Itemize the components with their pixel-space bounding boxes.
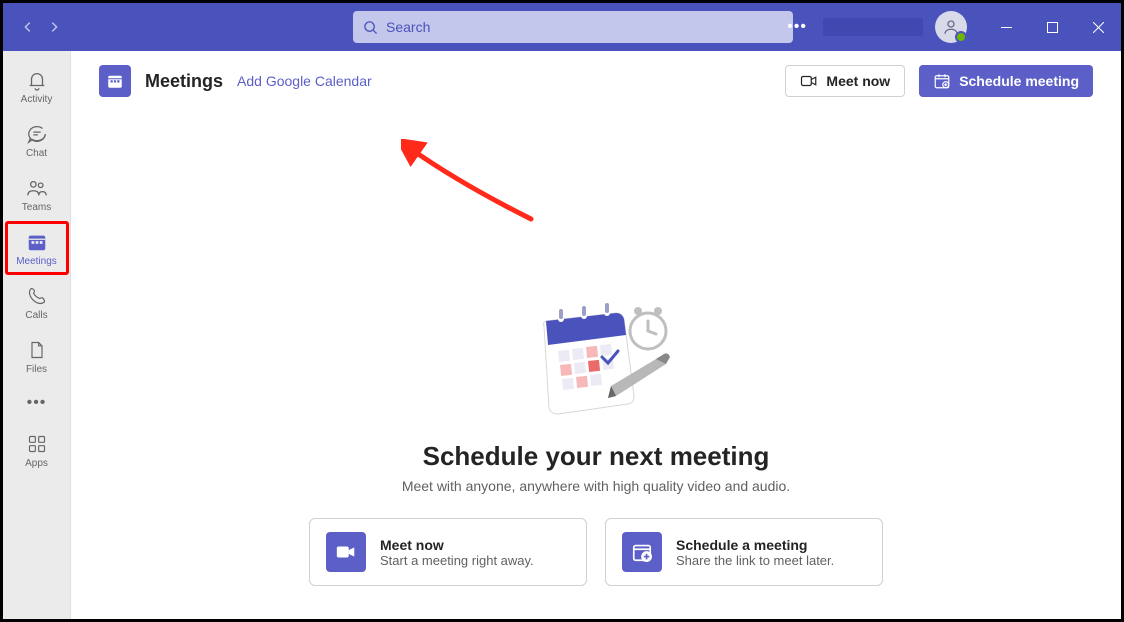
card-title: Schedule a meeting	[676, 537, 834, 553]
video-icon	[326, 532, 366, 572]
sidebar-label: Chat	[26, 148, 47, 159]
add-google-calendar-link[interactable]: Add Google Calendar	[237, 73, 372, 89]
sidebar-label: Calls	[25, 310, 47, 321]
schedule-meeting-button[interactable]: Schedule meeting	[919, 65, 1093, 97]
sidebar-item-calls[interactable]: Calls	[5, 275, 69, 329]
file-icon	[25, 338, 49, 362]
back-button[interactable]	[17, 16, 39, 38]
main-content: Meetings Add Google Calendar Meet now Sc…	[71, 51, 1121, 619]
card-subtitle: Share the link to meet later.	[676, 553, 834, 568]
sidebar-label: Teams	[22, 202, 51, 213]
schedule-label: Schedule meeting	[959, 73, 1079, 89]
sidebar-label: Meetings	[16, 256, 57, 267]
minimize-icon	[1001, 22, 1012, 33]
minimize-button[interactable]	[983, 3, 1029, 51]
hero-title: Schedule your next meeting	[423, 441, 770, 472]
calendar-plus-icon	[933, 72, 951, 90]
page-header: Meetings Add Google Calendar Meet now Sc…	[71, 51, 1121, 111]
hero-illustration	[516, 301, 676, 421]
meet-now-label: Meet now	[826, 73, 890, 89]
chat-icon	[25, 122, 49, 146]
sidebar-label: Apps	[25, 458, 48, 469]
video-icon	[800, 72, 818, 90]
meet-now-button[interactable]: Meet now	[785, 65, 905, 97]
page-title: Meetings	[145, 71, 223, 92]
calendar-icon	[25, 230, 49, 254]
people-icon	[25, 176, 49, 200]
hero-subtitle: Meet with anyone, anywhere with high qua…	[402, 478, 790, 494]
meetings-header-icon	[99, 65, 131, 97]
schedule-meeting-card[interactable]: Schedule a meeting Share the link to mee…	[605, 518, 883, 586]
chevron-right-icon	[47, 20, 61, 34]
ellipsis-icon: •••	[25, 391, 49, 415]
phone-icon	[25, 284, 49, 308]
profile-button[interactable]	[935, 11, 967, 43]
sidebar-item-chat[interactable]: Chat	[5, 113, 69, 167]
sidebar-item-apps[interactable]: Apps	[5, 423, 69, 477]
sidebar-item-files[interactable]: Files	[5, 329, 69, 383]
card-title: Meet now	[380, 537, 534, 553]
apps-icon	[25, 432, 49, 456]
search-input[interactable]: Search	[353, 11, 793, 43]
maximize-button[interactable]	[1029, 3, 1075, 51]
close-icon	[1093, 22, 1104, 33]
calendar-add-icon	[622, 532, 662, 572]
card-subtitle: Start a meeting right away.	[380, 553, 534, 568]
chevron-left-icon	[21, 20, 35, 34]
presence-available-icon	[955, 31, 967, 43]
forward-button[interactable]	[43, 16, 65, 38]
search-icon	[363, 20, 378, 35]
close-button[interactable]	[1075, 3, 1121, 51]
maximize-icon	[1047, 22, 1058, 33]
sidebar-item-meetings[interactable]: Meetings	[5, 221, 69, 275]
search-placeholder: Search	[386, 19, 430, 35]
sidebar-label: Activity	[21, 94, 53, 105]
sidebar-item-teams[interactable]: Teams	[5, 167, 69, 221]
sidebar-label: Files	[26, 364, 47, 375]
sidebar-item-activity[interactable]: Activity	[5, 59, 69, 113]
app-sidebar: Activity Chat Teams Meetings Calls Files	[3, 51, 71, 619]
more-options-button[interactable]: •••	[783, 14, 811, 40]
sidebar-item-more[interactable]: •••	[5, 383, 69, 423]
bell-icon	[25, 68, 49, 92]
org-name-redacted	[823, 18, 923, 36]
meet-now-card[interactable]: Meet now Start a meeting right away.	[309, 518, 587, 586]
title-bar: Search •••	[3, 3, 1121, 51]
